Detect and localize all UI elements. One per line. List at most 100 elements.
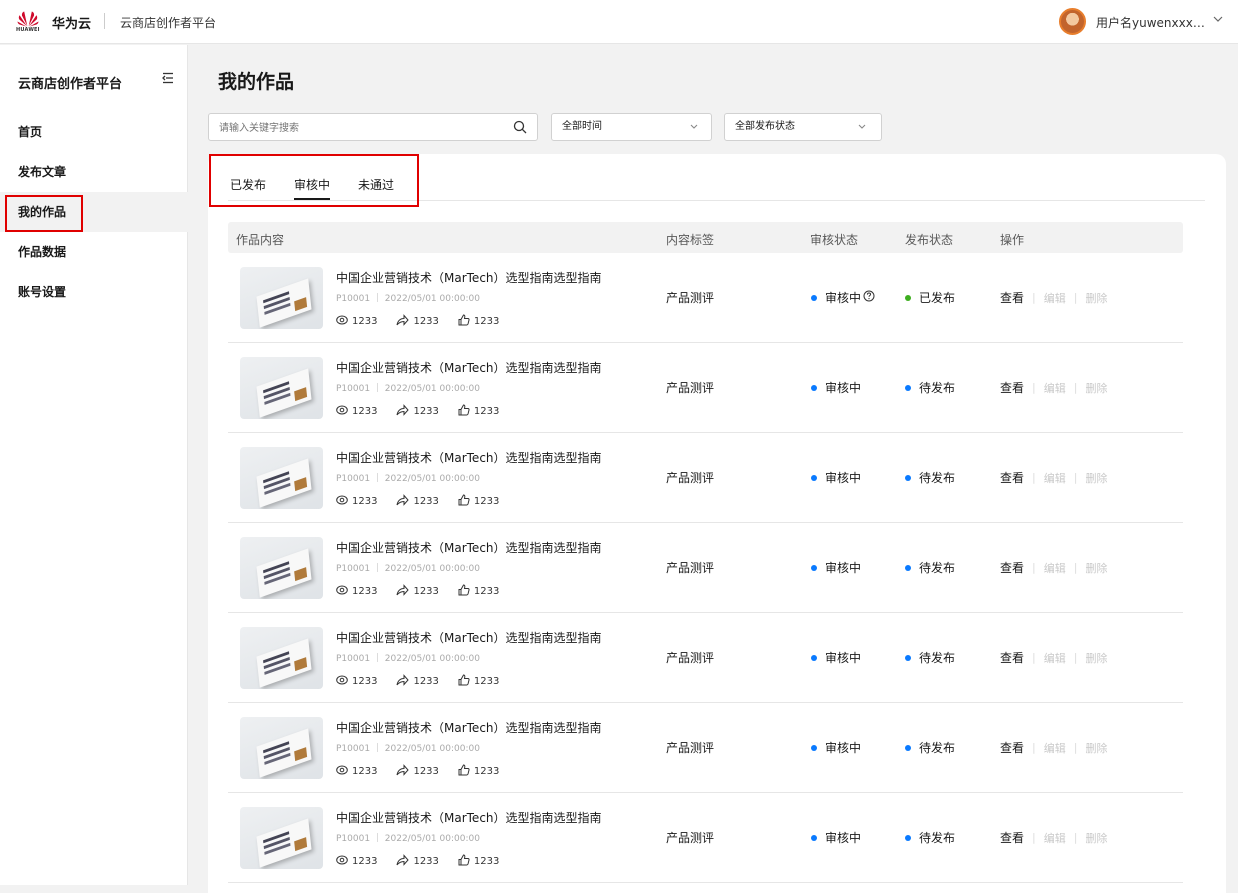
article-stats: 1233 1233 1233 xyxy=(336,584,518,599)
article-thumbnail[interactable] xyxy=(240,807,323,869)
time-filter-select[interactable]: 全部时间 xyxy=(551,113,712,141)
article-title[interactable]: 中国企业营销技术（MarTech）选型指南选型指南 xyxy=(336,449,602,466)
table-row[interactable]: 中国企业营销技术（MarTech）选型指南选型指南 P10001 ｜ 2022/0… xyxy=(228,703,1183,793)
article-meta: P10001 ｜ 2022/05/01 00:00:00 xyxy=(336,474,480,484)
table-row[interactable]: 中国企业营销技术（MarTech）选型指南选型指南 P10001 ｜ 2022/0… xyxy=(228,433,1183,523)
likes-count: 1233 xyxy=(473,676,500,687)
article-thumbnail[interactable] xyxy=(240,537,323,599)
article-title[interactable]: 中国企业营销技术（MarTech）选型指南选型指南 xyxy=(336,269,602,286)
content-tag: 产品测评 xyxy=(666,471,715,485)
article-meta: P10001 ｜ 2022/05/01 00:00:00 xyxy=(336,294,480,304)
action-divider: | xyxy=(1073,741,1078,754)
chevron-down-icon[interactable] xyxy=(1212,13,1224,28)
search-input[interactable] xyxy=(219,119,509,137)
help-icon[interactable] xyxy=(863,290,875,305)
delete-button[interactable]: 删除 xyxy=(1085,740,1107,756)
brand-name[interactable]: 华为云 xyxy=(52,13,91,32)
view-button[interactable]: 查看 xyxy=(1000,379,1024,396)
book-image xyxy=(256,728,312,778)
article-title[interactable]: 中国企业营销技术（MarTech）选型指南选型指南 xyxy=(336,539,602,556)
share-icon xyxy=(396,314,413,329)
delete-button[interactable]: 删除 xyxy=(1085,290,1107,306)
delete-button[interactable]: 删除 xyxy=(1085,650,1107,666)
collapse-menu-icon[interactable] xyxy=(161,72,175,88)
article-title[interactable]: 中国企业营销技术（MarTech）选型指南选型指南 xyxy=(336,809,602,826)
delete-button[interactable]: 删除 xyxy=(1085,470,1107,486)
view-button[interactable]: 查看 xyxy=(1000,829,1024,846)
sidebar-item-publish-article[interactable]: 发布文章 xyxy=(0,152,188,192)
shares-stat: 1233 xyxy=(396,674,439,689)
view-button[interactable]: 查看 xyxy=(1000,649,1024,666)
status-dot xyxy=(905,564,911,571)
views-count: 1233 xyxy=(352,766,378,777)
status-dot xyxy=(905,744,911,751)
review-status: 审核中 xyxy=(811,469,861,486)
share-icon xyxy=(396,674,413,689)
article-stats: 1233 1233 1233 xyxy=(336,494,518,509)
table-row[interactable]: 中国企业营销技术（MarTech）选型指南选型指南 P10001 ｜ 2022/0… xyxy=(228,793,1183,883)
delete-button[interactable]: 删除 xyxy=(1085,830,1107,846)
book-image xyxy=(256,818,312,868)
sidebar-item-account-settings[interactable]: 账号设置 xyxy=(0,272,188,312)
likes-count: 1233 xyxy=(473,856,500,867)
edit-button[interactable]: 编辑 xyxy=(1044,560,1066,576)
table-row[interactable]: 中国企业营销技术（MarTech）选型指南选型指南 P10001 ｜ 2022/0… xyxy=(228,253,1183,343)
view-button[interactable]: 查看 xyxy=(1000,289,1024,306)
action-divider: | xyxy=(1073,471,1078,484)
article-thumbnail[interactable] xyxy=(240,717,323,779)
search-icon[interactable] xyxy=(513,120,527,134)
edit-button[interactable]: 编辑 xyxy=(1044,380,1066,396)
chevron-down-icon xyxy=(689,114,699,151)
article-stats: 1233 1233 1233 xyxy=(336,674,518,689)
article-thumbnail[interactable] xyxy=(240,357,323,419)
shares-stat: 1233 xyxy=(396,494,439,509)
edit-button[interactable]: 编辑 xyxy=(1044,650,1066,666)
view-button[interactable]: 查看 xyxy=(1000,739,1024,756)
action-divider: | xyxy=(1073,381,1078,394)
table-row[interactable]: 中国企业营销技术（MarTech）选型指南选型指南 P10001 ｜ 2022/0… xyxy=(228,613,1183,703)
article-thumbnail[interactable] xyxy=(240,267,323,329)
publish-status-filter-select[interactable]: 全部发布状态 xyxy=(724,113,882,141)
eye-icon xyxy=(336,584,352,599)
user-avatar[interactable] xyxy=(1059,8,1086,35)
edit-button[interactable]: 编辑 xyxy=(1044,740,1066,756)
article-thumbnail[interactable] xyxy=(240,447,323,509)
article-thumbnail[interactable] xyxy=(240,627,323,689)
eye-icon xyxy=(336,674,352,689)
publish-status-label: 待发布 xyxy=(919,471,956,485)
eye-icon xyxy=(336,404,352,419)
edit-button[interactable]: 编辑 xyxy=(1044,830,1066,846)
likes-stat: 1233 xyxy=(458,404,499,419)
table-row[interactable]: 中国企业营销技术（MarTech）选型指南选型指南 P10001 ｜ 2022/0… xyxy=(228,523,1183,613)
view-button[interactable]: 查看 xyxy=(1000,469,1024,486)
view-button[interactable]: 查看 xyxy=(1000,559,1024,576)
status-dot xyxy=(811,384,817,391)
content-tag: 产品测评 xyxy=(666,381,715,395)
edit-button[interactable]: 编辑 xyxy=(1044,290,1066,306)
article-title[interactable]: 中国企业营销技术（MarTech）选型指南选型指南 xyxy=(336,359,602,376)
publish-status-label: 已发布 xyxy=(919,291,956,305)
publish-status: 待发布 xyxy=(905,649,955,666)
shares-count: 1233 xyxy=(413,586,439,597)
shares-count: 1233 xyxy=(413,766,439,777)
delete-button[interactable]: 删除 xyxy=(1085,560,1107,576)
review-status-label: 审核中 xyxy=(825,741,862,755)
delete-button[interactable]: 删除 xyxy=(1085,380,1107,396)
sidebar-item-home[interactable]: 首页 xyxy=(0,112,188,152)
username[interactable]: 用户名yuwenxxx… xyxy=(1096,14,1204,31)
article-title[interactable]: 中国企业营销技术（MarTech）选型指南选型指南 xyxy=(336,629,602,646)
sidebar-item-works-data[interactable]: 作品数据 xyxy=(0,232,188,272)
shares-count: 1233 xyxy=(413,856,439,867)
platform-name[interactable]: 云商店创作者平台 xyxy=(120,14,216,31)
action-divider: | xyxy=(1073,291,1078,304)
article-title[interactable]: 中国企业营销技术（MarTech）选型指南选型指南 xyxy=(336,719,602,736)
eye-icon xyxy=(336,764,352,779)
shares-count: 1233 xyxy=(413,676,439,687)
shares-count: 1233 xyxy=(413,496,439,507)
thumbs-up-icon xyxy=(458,314,474,329)
table-row[interactable]: 中国企业营销技术（MarTech）选型指南选型指南 P10001 ｜ 2022/0… xyxy=(228,343,1183,433)
edit-button[interactable]: 编辑 xyxy=(1044,470,1066,486)
book-image xyxy=(256,278,312,328)
review-status-label: 审核中 xyxy=(825,651,862,665)
publish-status-label: 待发布 xyxy=(919,381,956,395)
